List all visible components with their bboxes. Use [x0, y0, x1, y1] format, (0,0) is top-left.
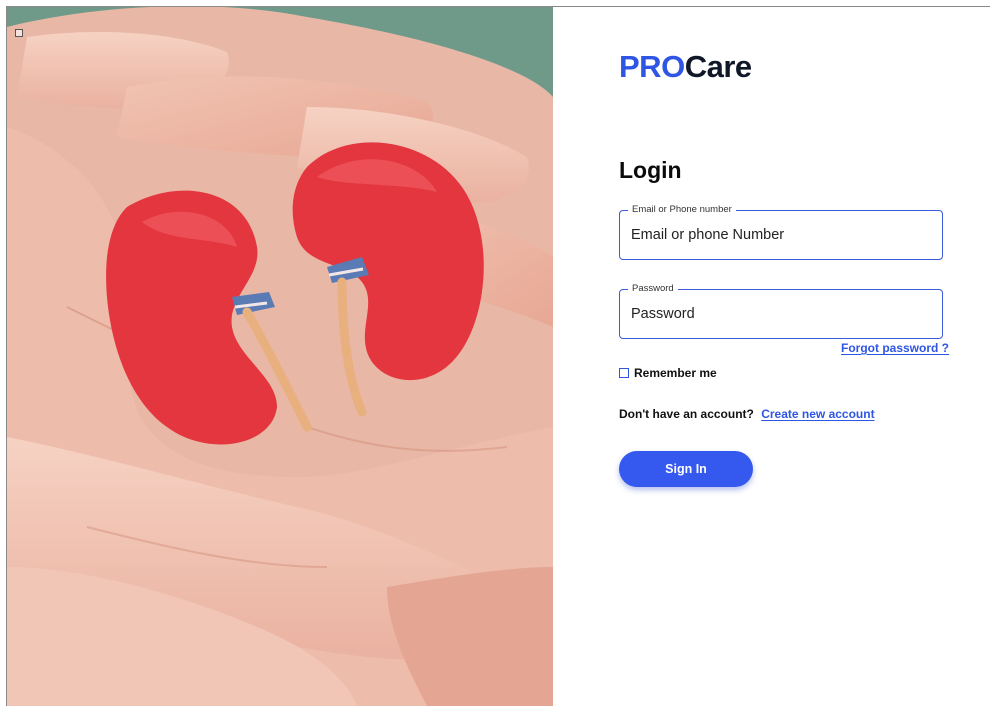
hero-image — [7, 7, 553, 706]
brand-logo: PROCare — [619, 49, 752, 85]
sign-in-button[interactable]: Sign In — [619, 451, 753, 487]
corner-checkbox-icon — [15, 29, 23, 37]
email-field-placeholder: Email or phone Number — [631, 227, 785, 243]
brand-logo-part2: Care — [684, 49, 752, 84]
hands-with-kidneys-illustration — [7, 7, 553, 706]
signup-prompt-text: Don't have an account? — [619, 407, 754, 421]
forgot-password-link[interactable]: Forgot password ? — [841, 341, 949, 355]
remember-me-checkbox[interactable]: Remember me — [619, 366, 717, 380]
brand-logo-part1: PRO — [619, 49, 685, 84]
password-field[interactable]: Password Password — [619, 283, 943, 339]
email-field[interactable]: Email or Phone number Email or phone Num… — [619, 204, 943, 260]
email-field-label: Email or Phone number — [628, 204, 736, 216]
password-field-placeholder: Password — [631, 306, 695, 322]
remember-me-label: Remember me — [634, 366, 717, 380]
checkbox-icon[interactable] — [619, 368, 629, 378]
page-title: Login — [619, 157, 682, 183]
login-panel: PROCare Login Email or Phone number Emai… — [553, 7, 990, 706]
signup-prompt: Don't have an account? Create new accoun… — [619, 407, 875, 421]
create-account-link[interactable]: Create new account — [761, 407, 874, 421]
password-field-label: Password — [628, 283, 678, 295]
